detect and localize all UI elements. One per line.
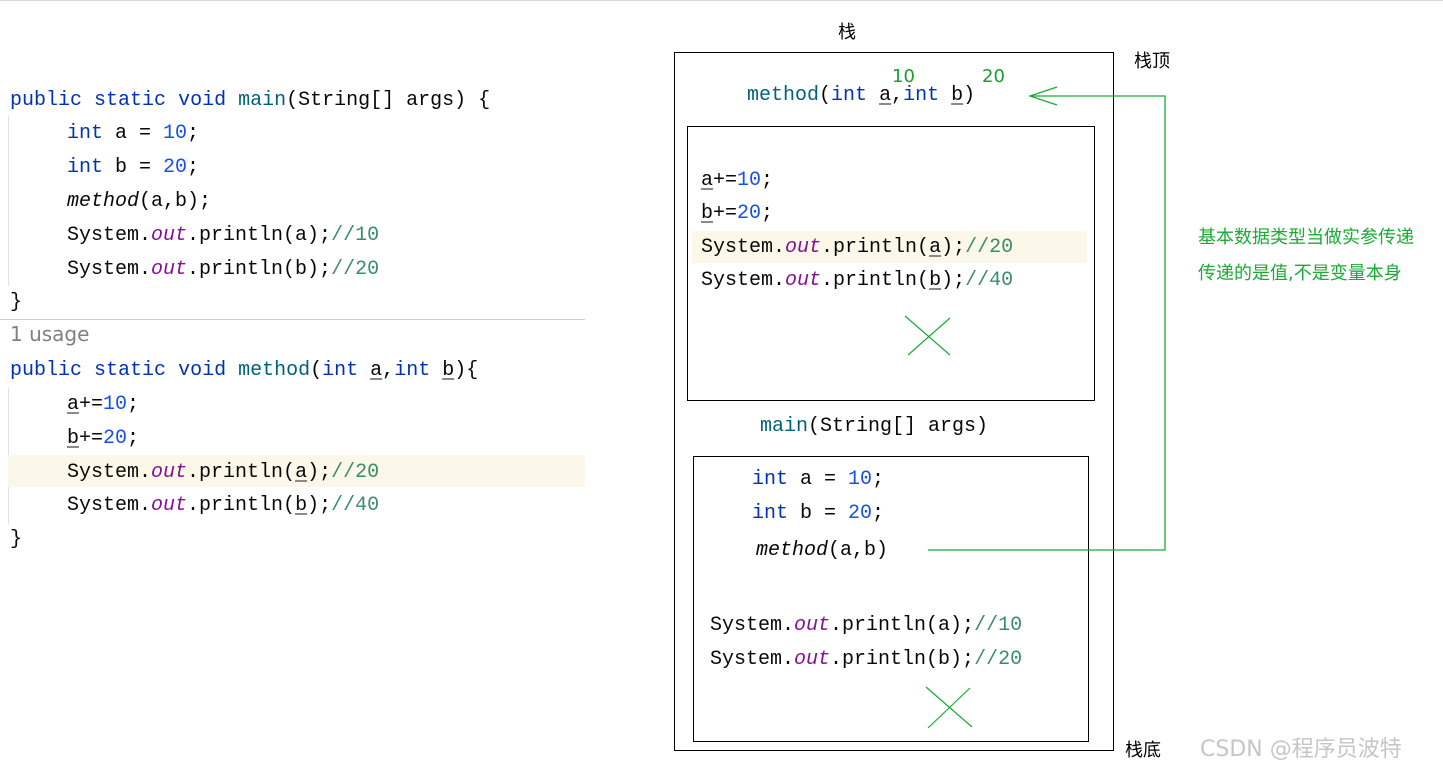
code-line-method-println-b: System.out.println(b);//40 (67, 494, 380, 517)
method-stack-frame (687, 126, 1095, 401)
code-line-println-a: System.out.println(a);//10 (67, 224, 380, 247)
code-line-println-b: System.out.println(b);//20 (67, 258, 380, 281)
frame-line-println-b: System.out.println(b);//40 (701, 269, 1014, 292)
code-line-int-b: int b = 20; (67, 156, 200, 179)
stack-top-label: 栈顶 (1134, 51, 1170, 72)
csdn-watermark: CSDN @程序员波特 (1200, 737, 1402, 762)
frame-line-println-a: System.out.println(a);//20 (701, 236, 1014, 259)
main-stack-frame (693, 456, 1089, 742)
top-border (0, 0, 1443, 1)
main-frame-signature: main(String[] args) (760, 415, 989, 438)
stack-bottom-label: 栈底 (1125, 740, 1161, 761)
code-line-int-a: int a = 10; (67, 122, 200, 145)
main-frame-println-b: System.out.println(b);//20 (710, 648, 1023, 671)
arg-value-b: 20 (982, 66, 1005, 87)
note-line-2: 传递的是值,不是变量本身 (1198, 263, 1402, 284)
code-line-method-call: method(a,b); (67, 190, 212, 213)
code-line-a-plus: a+=10; (67, 393, 140, 416)
main-frame-int-b: int b = 20; (752, 502, 885, 525)
frame-line-a-plus: a+=10; (701, 169, 774, 192)
method-separator (0, 319, 585, 320)
main-signature: public static void main(String[] args) { (10, 89, 491, 112)
stack-label: 栈 (838, 22, 856, 43)
method-signature: public static void method(int a,int b){ (10, 359, 479, 382)
main-close-brace: } (10, 291, 23, 314)
frame-line-b-plus: b+=20; (701, 202, 774, 225)
method-frame-signature: method(int a,int b) (747, 84, 976, 107)
main-frame-method-call: method(a,b) (756, 539, 889, 562)
indent-guide (8, 116, 9, 286)
code-line-method-println-a: System.out.println(a);//20 (67, 461, 380, 484)
main-frame-int-a: int a = 10; (752, 468, 885, 491)
main-frame-println-a: System.out.println(a);//10 (710, 614, 1023, 637)
usage-hint[interactable]: 1 usage (10, 322, 89, 346)
note-line-1: 基本数据类型当做实参传递 (1198, 227, 1414, 248)
method-close-brace: } (10, 528, 23, 551)
code-line-b-plus: b+=20; (67, 427, 140, 450)
